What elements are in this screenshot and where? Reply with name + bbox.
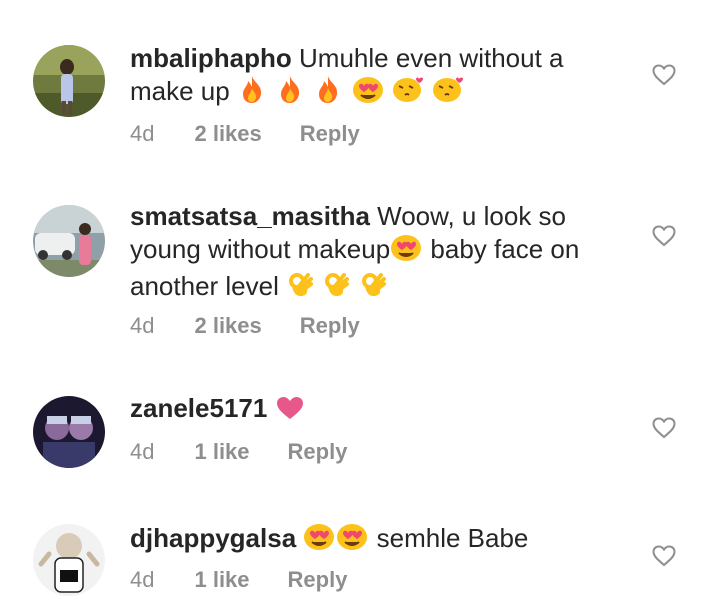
like-heart-icon[interactable] [652, 417, 676, 439]
avatar[interactable] [33, 205, 105, 277]
comment-time: 4d [130, 313, 155, 338]
reply-button[interactable]: Reply [300, 121, 360, 146]
username[interactable]: mbaliphapho [130, 43, 292, 73]
like-heart-icon[interactable] [652, 225, 676, 247]
username[interactable]: zanele5171 [130, 393, 267, 423]
comment-message: semhle Babe [376, 523, 529, 553]
ok-hand-emoji [359, 269, 387, 306]
comment-meta: 4d 2 likes Reply [130, 313, 398, 339]
heart-eyes-emoji [336, 521, 368, 558]
kissing-heart-emoji [392, 74, 424, 111]
likes-count[interactable]: 1 like [194, 439, 249, 464]
comment-meta: 4d 2 likes Reply [130, 121, 398, 147]
pink-heart-emoji [275, 395, 305, 428]
likes-count[interactable]: 2 likes [194, 313, 261, 338]
like-heart-icon[interactable] [652, 545, 676, 567]
heart-eyes-emoji [352, 74, 384, 111]
heart-eyes-emoji [303, 521, 335, 558]
likes-count[interactable]: 2 likes [194, 121, 261, 146]
avatar[interactable] [33, 396, 105, 468]
reply-button[interactable]: Reply [288, 567, 348, 592]
comment-time: 4d [130, 121, 155, 146]
fire-emoji [275, 74, 305, 111]
comment-meta: 4d 1 like Reply [130, 439, 385, 465]
comment-text: djhappygalsa semhle Babe [130, 521, 630, 558]
comment-meta: 4d 1 like Reply [130, 567, 385, 593]
comment-text: mbaliphapho Umuhle even without a make u… [130, 42, 630, 111]
username[interactable]: djhappygalsa [130, 523, 296, 553]
fire-emoji [313, 74, 343, 111]
ok-hand-emoji [322, 269, 350, 306]
likes-count[interactable]: 1 like [194, 567, 249, 592]
comment-time: 4d [130, 567, 155, 592]
comment-text: smatsatsa_masitha Woow, u look so young … [130, 200, 630, 306]
heart-eyes-emoji [390, 232, 422, 269]
username[interactable]: smatsatsa_masitha [130, 201, 370, 231]
comment-time: 4d [130, 439, 155, 464]
reply-button[interactable]: Reply [300, 313, 360, 338]
fire-emoji [237, 74, 267, 111]
ok-hand-emoji [286, 269, 314, 306]
comment-text: zanele5171 [130, 392, 630, 428]
avatar[interactable] [33, 524, 105, 596]
avatar[interactable] [33, 45, 105, 117]
kissing-heart-emoji [432, 74, 464, 111]
reply-button[interactable]: Reply [288, 439, 348, 464]
like-heart-icon[interactable] [652, 64, 676, 86]
